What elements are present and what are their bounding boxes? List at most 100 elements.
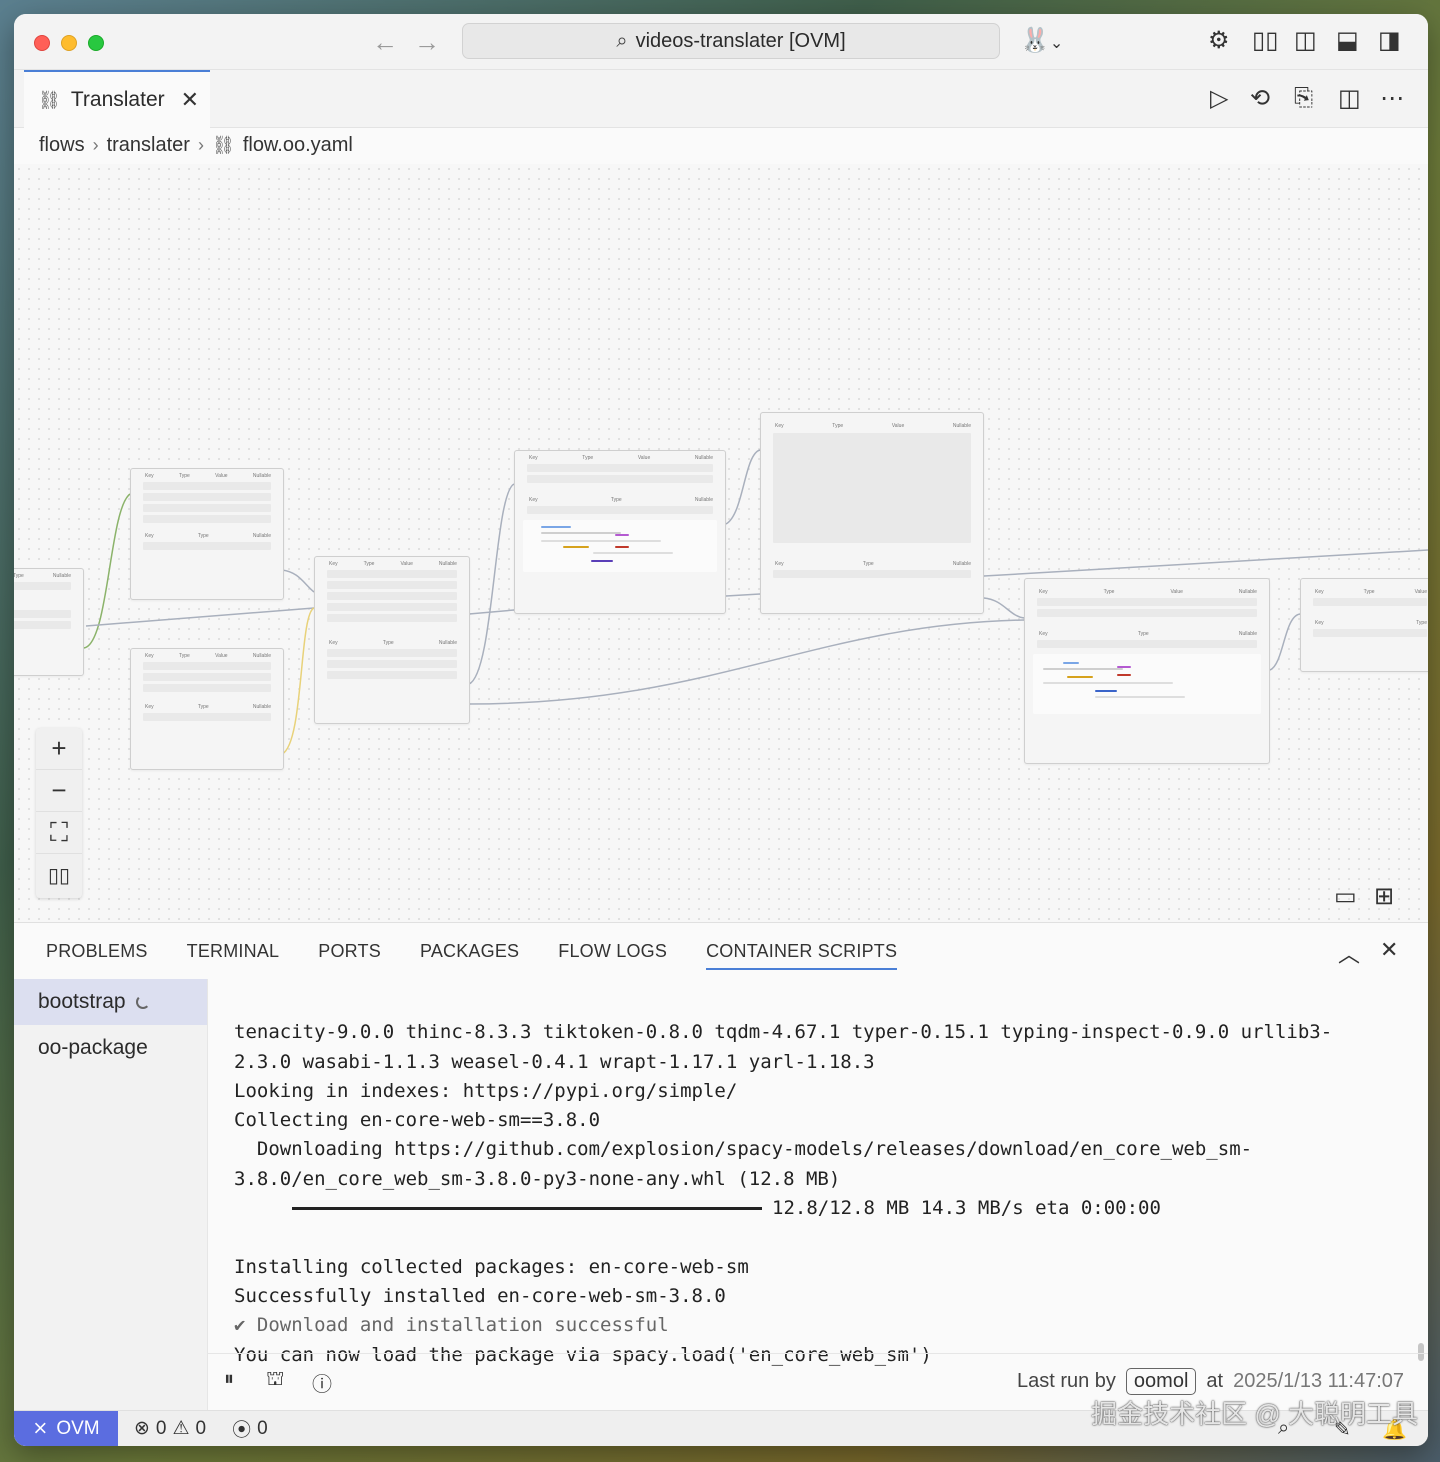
node-header: Nullable xyxy=(52,573,71,579)
flow-node[interactable]: Key Type Value Nullable Key Type Nullable xyxy=(514,450,726,614)
flow-node[interactable]: Key Type Value Key Type xyxy=(1300,578,1428,672)
node-row xyxy=(327,649,457,657)
breadcrumb-item-file[interactable]: flow.oo.yaml xyxy=(243,134,353,157)
search-icon: ⌕ xyxy=(616,29,628,52)
preview-line xyxy=(593,552,673,554)
flow-node[interactable]: Key Type Value Nullable Key Type Nullable xyxy=(1024,578,1270,764)
tab-terminal[interactable]: TERMINAL xyxy=(187,941,280,970)
container-icon[interactable]: ⛫ xyxy=(266,1368,284,1393)
tab-translater[interactable]: ⛓ Translater ✕ xyxy=(24,70,210,128)
node-header: Key xyxy=(529,455,538,461)
node-header: Type xyxy=(14,573,24,579)
gear-icon[interactable]: ⚙ xyxy=(1208,26,1230,56)
zoom-in-button[interactable]: + xyxy=(36,728,82,770)
run-from-icon[interactable]: ⟲ xyxy=(1250,84,1270,113)
tab-packages[interactable]: PACKAGES xyxy=(420,941,519,970)
node-row xyxy=(527,464,713,472)
maximize-window-button[interactable] xyxy=(88,35,104,51)
node-header: Type xyxy=(178,473,190,479)
tab-ports[interactable]: PORTS xyxy=(318,941,381,970)
preview-line xyxy=(1067,676,1093,678)
broadcast-icon: ⦿ xyxy=(232,1420,252,1441)
forward-arrow-icon[interactable]: → xyxy=(414,28,440,56)
layout-customize-icon[interactable]: ▯▯ xyxy=(1252,26,1278,56)
minimize-window-button[interactable] xyxy=(61,35,77,51)
run-icon[interactable]: ▷ xyxy=(1210,84,1228,113)
list-item-bootstrap[interactable]: bootstrap xyxy=(14,979,207,1025)
pause-icon[interactable]: ⏸ xyxy=(224,1368,234,1391)
node-row xyxy=(327,592,457,600)
node-row xyxy=(143,713,271,721)
log-line: tenacity-9.0.0 thinc-8.3.3 tiktoken-0.8.… xyxy=(234,1021,1333,1044)
preview-line xyxy=(1095,690,1117,692)
flow-icon: ⛓ xyxy=(211,134,235,155)
preview-line xyxy=(615,534,629,536)
at-label: at xyxy=(1206,1370,1224,1392)
app-window: ← → ⌕ videos-translater [OVM] 🐰⌄ ⚙ ▯▯ ◫ … xyxy=(14,14,1428,1446)
node-header: Type xyxy=(1416,620,1427,626)
edge xyxy=(281,569,315,593)
split-editor-icon[interactable]: ◫ xyxy=(1338,84,1361,113)
flow-node[interactable]: Key Type Value Nullable Key Type Nullable xyxy=(760,412,984,614)
breadcrumb-item-flows[interactable]: flows xyxy=(39,134,85,157)
flow-canvas[interactable]: Type Nullable Key Type Value Nullable Key Typ… xyxy=(14,164,1428,922)
remote-label: OVM xyxy=(56,1417,100,1439)
node-row xyxy=(14,582,71,590)
user-chip: oomol xyxy=(1125,1368,1197,1395)
panel-tabs: PROBLEMS TERMINAL PORTS PACKAGES FLOW LO… xyxy=(46,941,898,970)
flow-node[interactable]: Key Type Value Nullable Key Type Nullable xyxy=(130,648,284,770)
minimap-icon[interactable]: ⊞ xyxy=(1374,882,1394,911)
close-window-button[interactable] xyxy=(34,35,50,51)
node-header: Type xyxy=(1137,631,1149,637)
node-header: Type xyxy=(363,561,375,567)
flow-node[interactable]: Type Nullable xyxy=(14,568,84,676)
flow-icon: ⛓ xyxy=(38,89,61,110)
log-line: Collecting en-core-web-sm==3.8.0 xyxy=(234,1109,601,1132)
close-icon[interactable]: ✕ xyxy=(1380,937,1398,963)
tab-label: Translater xyxy=(70,88,165,111)
remote-indicator[interactable]: ⨯ OVM xyxy=(14,1410,118,1446)
panel-toggle-icon[interactable]: ▭ xyxy=(1334,882,1357,911)
breadcrumb-item-translater[interactable]: translater xyxy=(107,134,190,157)
node-header: Value xyxy=(1414,589,1427,595)
problems-status[interactable]: ⊗ 0 ⚠ 0 xyxy=(134,1417,206,1440)
open-file-icon[interactable]: ⎘ xyxy=(1294,84,1313,112)
log-line: 12.8/12.8 MB 14.3 MB/s eta 0:00:00 xyxy=(234,1194,1404,1223)
command-center[interactable]: ⌕ videos-translater [OVM] xyxy=(462,23,1000,59)
preview-line xyxy=(615,546,629,548)
assistant-icon[interactable]: 🐰⌄ xyxy=(1020,26,1063,59)
toggle-primary-sidebar-icon[interactable]: ◫ xyxy=(1294,26,1317,56)
node-row xyxy=(143,482,271,490)
auto-layout-button[interactable]: ▯▯ xyxy=(36,854,82,896)
node-row xyxy=(143,515,271,523)
node-preview xyxy=(523,520,717,572)
log-line: Downloading https://github.com/explosion… xyxy=(234,1138,1253,1161)
toggle-secondary-sidebar-icon[interactable]: ◨ xyxy=(1378,26,1401,56)
more-actions-icon[interactable]: ⋯ xyxy=(1380,84,1404,113)
node-row xyxy=(773,570,971,578)
zoom-controls: + − ⛶ ▯▯ xyxy=(36,728,82,898)
tab-flow-logs[interactable]: FLOW LOGS xyxy=(558,941,667,970)
log-line: 3.8.0/en_core_web_sm-3.8.0-py3-none-any.… xyxy=(234,1167,841,1190)
tab-container-scripts[interactable]: CONTAINER SCRIPTS xyxy=(706,941,898,970)
node-header: Type xyxy=(197,533,209,539)
flow-node[interactable]: Key Type Value Nullable Key Type Nullable xyxy=(314,556,470,724)
back-arrow-icon[interactable]: ← xyxy=(372,28,398,56)
node-row xyxy=(327,581,457,589)
zoom-out-button[interactable]: − xyxy=(36,770,82,812)
toggle-panel-icon[interactable]: ⬓ xyxy=(1336,26,1359,56)
list-item-oo-package[interactable]: oo-package xyxy=(14,1025,207,1071)
node-header: Value xyxy=(637,455,651,461)
preview-line xyxy=(1063,662,1079,664)
node-header: Nullable xyxy=(952,561,971,567)
close-icon[interactable]: ✕ xyxy=(181,87,199,113)
ports-status[interactable]: ⦿ 0 xyxy=(232,1415,268,1442)
fit-view-button[interactable]: ⛶ xyxy=(36,812,82,854)
help-icon[interactable]: ⓘ xyxy=(312,1368,332,1397)
maximize-panel-icon[interactable]: ︿ xyxy=(1338,937,1360,969)
node-header: Key xyxy=(775,423,784,429)
progress-text: 12.8/12.8 MB 14.3 MB/s eta 0:00:00 xyxy=(772,1197,1161,1220)
flow-node[interactable]: Key Type Value Nullable Key Type Nullable xyxy=(130,468,284,600)
tab-problems[interactable]: PROBLEMS xyxy=(46,941,148,970)
